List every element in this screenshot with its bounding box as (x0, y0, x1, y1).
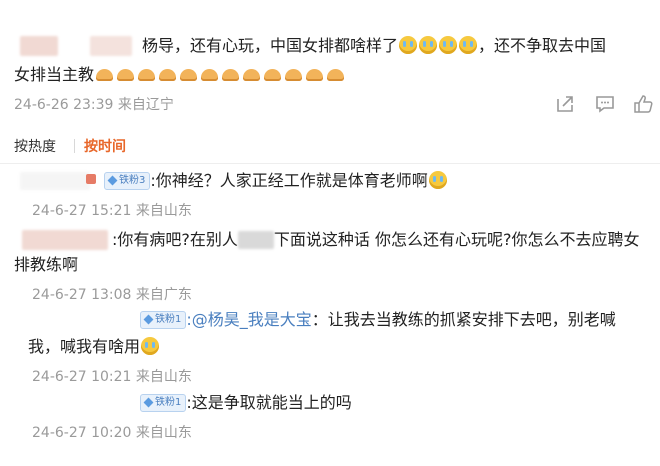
crying-emoji-icon (419, 36, 438, 54)
reply-2-line2: 排教练啊 (14, 252, 78, 278)
main-comment-line2: 女排当主教 (14, 62, 346, 88)
laugh-emoji-icon (428, 171, 447, 189)
reply-1-date: 24-6-27 15:21 (32, 203, 132, 219)
reply-2-username-blurred[interactable] (22, 230, 108, 250)
hands-emoji-icon (306, 69, 324, 81)
main-comment-text-2: 女排当主教 (14, 65, 95, 84)
main-comment-meta: 24-6-26 23:39 来自辽宁 (14, 94, 174, 114)
tab-sort-time[interactable]: 按时间 (84, 136, 126, 156)
fan-badge: 铁粉 1 (140, 393, 187, 412)
reply-2-text-b: 下面说这种话 你怎么还有心玩呢?你怎么不去应聘女 (273, 230, 640, 249)
fan-badge-level: 3 (139, 174, 146, 186)
hands-emoji-icon (117, 69, 135, 81)
hands-emoji-icon (138, 69, 156, 81)
divider (0, 163, 660, 164)
reply-3-line1: 铁粉 1:@杨昊_我是大宝：让我去当教练的抓紧安排下去吧，别老喊 (140, 307, 616, 333)
fan-badge: 铁粉 3 (104, 171, 151, 190)
fan-badge: 铁粉 1 (140, 310, 187, 329)
main-comment-line1: 杨导，还有心玩，中国女排都啥样了 ，还不争取去中国 (142, 33, 606, 59)
tab-sort-hot[interactable]: 按热度 (14, 136, 56, 156)
blurred-name (237, 231, 274, 249)
username-blurred-2[interactable] (90, 36, 132, 56)
crying-emoji-icon (459, 36, 478, 54)
reply-3-text: ：让我去当教练的抓紧安排下去吧，别老喊 (311, 310, 616, 329)
hands-emoji-icon (264, 69, 282, 81)
diamond-icon (143, 314, 154, 325)
reply-4-meta: 24-6-27 10:20 来自山东 (32, 422, 192, 442)
hands-emoji-icon (285, 69, 303, 81)
diamond-icon (107, 175, 118, 186)
reply-2-text-a: :你有病吧?在别人 (112, 230, 238, 249)
hands-emoji-icon (180, 69, 198, 81)
reply-username-blurred[interactable] (20, 172, 90, 190)
reply-4-date: 24-6-27 10:20 (32, 425, 132, 441)
fan-badge-level: 1 (175, 313, 182, 325)
reply-1-flag-icon (86, 174, 96, 184)
reply-3-date: 24-6-27 10:21 (32, 369, 132, 385)
reply-2-meta: 24-6-27 13:08 来自广东 (32, 284, 192, 304)
hands-emoji-icon (201, 69, 219, 81)
hands-emoji-icon (159, 69, 177, 81)
reply-3-location: 来自山东 (135, 369, 192, 385)
comment-icon[interactable] (594, 93, 616, 115)
reply-3-line2: 我，喊我有啥用 (28, 334, 160, 360)
reply-1-text: :你神经？人家正经工作就是体育老师啊 (150, 171, 428, 190)
reply-3-text-2: 我，喊我有啥用 (28, 337, 141, 356)
main-comment-date: 24-6-26 23:39 (14, 97, 114, 113)
reply-4-line1: 铁粉 1:这是争取就能当上的吗 (140, 390, 352, 416)
main-comment-text-1: 杨导，还有心玩，中国女排都啥样了 (142, 36, 399, 55)
reply-2-date: 24-6-27 13:08 (32, 287, 132, 303)
share-icon[interactable] (554, 93, 576, 115)
hands-emoji-icon (222, 69, 240, 81)
crying-emoji-icon (439, 36, 458, 54)
fan-badge-level: 1 (175, 396, 182, 408)
reply-3-mention[interactable]: :@杨昊_我是大宝 (186, 310, 311, 329)
diamond-icon (143, 397, 154, 408)
tab-separator (74, 139, 75, 153)
hands-emoji-icon (96, 69, 114, 81)
reply-1-line: 铁粉 3:你神经？人家正经工作就是体育老师啊 (104, 168, 448, 194)
fan-badge-label: 铁粉 (155, 313, 175, 325)
main-comment-text-tail: ，还不争取去中国 (478, 36, 607, 55)
reply-1-meta: 24-6-27 15:21 来自山东 (32, 200, 192, 220)
reply-4-location: 来自山东 (135, 425, 192, 441)
hands-emoji-icon (243, 69, 261, 81)
reply-2-location: 来自广东 (135, 287, 192, 303)
hands-emoji-icon (327, 69, 345, 81)
fan-badge-label: 铁粉 (119, 174, 139, 186)
like-icon[interactable] (632, 93, 654, 115)
reply-2-line1: :你有病吧?在别人 下面说这种话 你怎么还有心玩呢?你怎么不去应聘女 (112, 227, 639, 253)
main-comment-location: 来自辽宁 (117, 97, 174, 113)
crying-emoji-icon (399, 36, 418, 54)
reply-1-location: 来自山东 (135, 203, 192, 219)
reply-2-text-2: 排教练啊 (14, 255, 79, 274)
surprised-emoji-icon (141, 337, 160, 355)
fan-badge-label: 铁粉 (155, 396, 175, 408)
reply-4-text: :这是争取就能当上的吗 (186, 393, 352, 412)
username-blurred[interactable] (20, 36, 58, 56)
reply-3-meta: 24-6-27 10:21 来自山东 (32, 366, 192, 386)
